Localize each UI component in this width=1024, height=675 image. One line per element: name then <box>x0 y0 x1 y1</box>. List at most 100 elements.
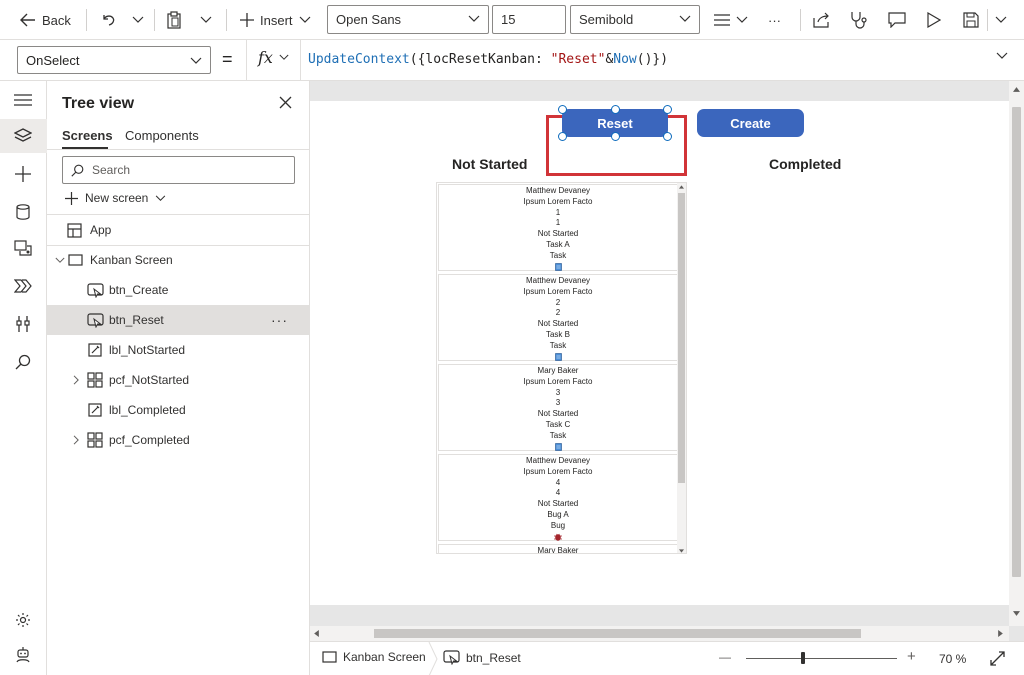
gallery-card[interactable]: Matthew Devaney Ipsum Lorem Facto 1 1 Not St… <box>438 184 678 271</box>
property-dropdown[interactable]: OnSelect <box>17 46 211 74</box>
save-dropdown[interactable] <box>995 0 1007 40</box>
search-placeholder: Search <box>92 163 131 177</box>
resize-handle[interactable] <box>663 132 672 141</box>
gallery-card[interactable]: Matthew Devaney Ipsum Lorem Facto 4 4 Not St… <box>438 454 678 541</box>
hamburger-menu-icon[interactable] <box>12 89 34 111</box>
tree-node-btn-create[interactable]: btn_Create <box>47 275 309 305</box>
zoom-in-button[interactable]: + <box>907 648 916 665</box>
scroll-up-arrow-icon[interactable] <box>1013 87 1020 92</box>
task-icon <box>439 442 677 451</box>
text-align-button[interactable] <box>714 0 748 40</box>
more-button[interactable]: ··· <box>768 0 781 40</box>
undo-dropdown[interactable] <box>132 0 144 40</box>
tree-node-pcf-completed[interactable]: pcf_Completed <box>47 425 309 455</box>
kanban-screen-canvas[interactable]: Reset Create Not Started Completed Matth… <box>310 101 1009 605</box>
resize-handle[interactable] <box>558 105 567 114</box>
canvas-horizontal-scrollbar[interactable] <box>310 626 1009 641</box>
tree-node-pcf-notstarted[interactable]: pcf_NotStarted <box>47 365 309 395</box>
formula-input[interactable]: UpdateContext({locResetKanban: "Reset"&N… <box>308 52 668 67</box>
save-button[interactable] <box>963 0 979 40</box>
create-button[interactable]: Create <box>697 109 804 137</box>
not-started-gallery[interactable]: Matthew Devaney Ipsum Lorem Facto 1 1 Not St… <box>436 182 687 554</box>
completed-label[interactable]: Completed <box>769 156 841 172</box>
virtual-agent-icon[interactable] <box>12 644 34 666</box>
tree-node-app[interactable]: App <box>47 215 309 245</box>
insert-button[interactable]: Insert <box>240 0 311 40</box>
media-icon[interactable] <box>12 237 34 259</box>
tab-components[interactable]: Components <box>125 128 199 143</box>
horizontal-scroll-thumb[interactable] <box>374 629 861 638</box>
tree-node-lbl-completed[interactable]: lbl_Completed <box>47 395 309 425</box>
tree-node-lbl-notstarted[interactable]: lbl_NotStarted <box>47 335 309 365</box>
component-icon <box>87 432 103 448</box>
tree-node-label: btn_Create <box>109 283 169 297</box>
scroll-down-arrow-icon[interactable] <box>1013 611 1020 616</box>
scroll-down-arrow-icon[interactable] <box>679 549 684 553</box>
power-automate-icon[interactable] <box>12 275 34 297</box>
close-icon[interactable] <box>279 96 292 109</box>
tab-screens[interactable]: Screens <box>62 128 113 143</box>
chevron-down-icon <box>996 52 1008 60</box>
canvas-vertical-scrollbar[interactable] <box>1009 81 1024 626</box>
card-field: Bug <box>550 520 566 530</box>
resize-handle[interactable] <box>558 132 567 141</box>
chevron-right-icon[interactable] <box>73 435 80 445</box>
paste-dropdown[interactable] <box>200 0 212 40</box>
scroll-left-arrow-icon[interactable] <box>314 630 319 637</box>
card-field: 3 <box>555 398 561 408</box>
paste-button[interactable] <box>166 0 182 40</box>
plus-icon[interactable] <box>12 163 34 185</box>
task-icon <box>439 262 677 271</box>
font-family-select[interactable]: Open Sans <box>327 5 489 34</box>
gallery-card[interactable]: Mary Baker <box>438 544 678 554</box>
card-field: Not Started <box>537 409 579 419</box>
button-control-icon <box>87 282 104 298</box>
card-field: 3 <box>555 387 561 397</box>
not-started-label[interactable]: Not Started <box>452 156 527 172</box>
breadcrumb-screen[interactable]: Kanban Screen <box>322 650 426 664</box>
new-screen-button[interactable]: New screen <box>65 191 166 205</box>
gallery-scroll-thumb[interactable] <box>678 193 685 483</box>
expand-formula-button[interactable] <box>996 52 1008 60</box>
scroll-up-arrow-icon[interactable] <box>679 185 684 189</box>
chevron-right-icon[interactable] <box>73 375 80 385</box>
gallery-card[interactable]: Matthew Devaney Ipsum Lorem Facto 2 2 Not St… <box>438 274 678 361</box>
settings-icon[interactable] <box>12 609 34 631</box>
chevron-down-icon[interactable] <box>55 257 65 264</box>
vertical-scroll-thumb[interactable] <box>1012 107 1021 577</box>
tree-node-kanban-screen[interactable]: Kanban Screen <box>47 245 309 275</box>
layers-icon[interactable] <box>12 125 34 147</box>
equals-sign: = <box>222 49 233 69</box>
preview-button[interactable] <box>927 0 941 40</box>
advanced-tools-icon[interactable] <box>12 313 34 335</box>
function-button[interactable]: fx <box>258 48 289 67</box>
share-button[interactable] <box>813 0 831 40</box>
button-control-icon <box>443 650 460 665</box>
undo-button[interactable] <box>100 0 116 40</box>
status-bar: Kanban Screen btn_Reset — + 70 % <box>310 641 1024 675</box>
back-button[interactable]: Back <box>20 0 71 40</box>
font-family-value: Open Sans <box>336 12 402 27</box>
gallery-scrollbar[interactable] <box>677 183 686 553</box>
search-icon[interactable] <box>12 351 34 373</box>
font-weight-select[interactable]: Semibold <box>570 5 700 34</box>
font-size-input[interactable]: 15 <box>492 5 566 34</box>
app-checker-button[interactable] <box>849 0 867 40</box>
more-options-button[interactable]: ··· <box>271 312 288 328</box>
gallery-card[interactable]: Mary Baker Ipsum Lorem Facto 3 3 Not Started… <box>438 364 678 451</box>
breadcrumb-control[interactable]: btn_Reset <box>443 650 521 665</box>
card-field: Mary Baker <box>537 546 579 554</box>
scroll-right-arrow-icon[interactable] <box>998 630 1003 637</box>
tree-node-btn-reset[interactable]: btn_Reset ··· <box>47 305 309 335</box>
database-icon[interactable] <box>12 201 34 223</box>
resize-handle[interactable] <box>611 132 620 141</box>
fit-to-window-button[interactable] <box>990 651 1005 666</box>
zoom-slider-thumb[interactable] <box>801 652 805 664</box>
zoom-out-button[interactable]: — <box>719 650 731 664</box>
resize-handle[interactable] <box>663 105 672 114</box>
search-input[interactable]: Search <box>62 156 295 184</box>
resize-handle[interactable] <box>611 105 620 114</box>
comments-button[interactable] <box>888 0 906 40</box>
zoom-slider-track[interactable] <box>746 658 897 659</box>
play-icon <box>927 12 941 28</box>
